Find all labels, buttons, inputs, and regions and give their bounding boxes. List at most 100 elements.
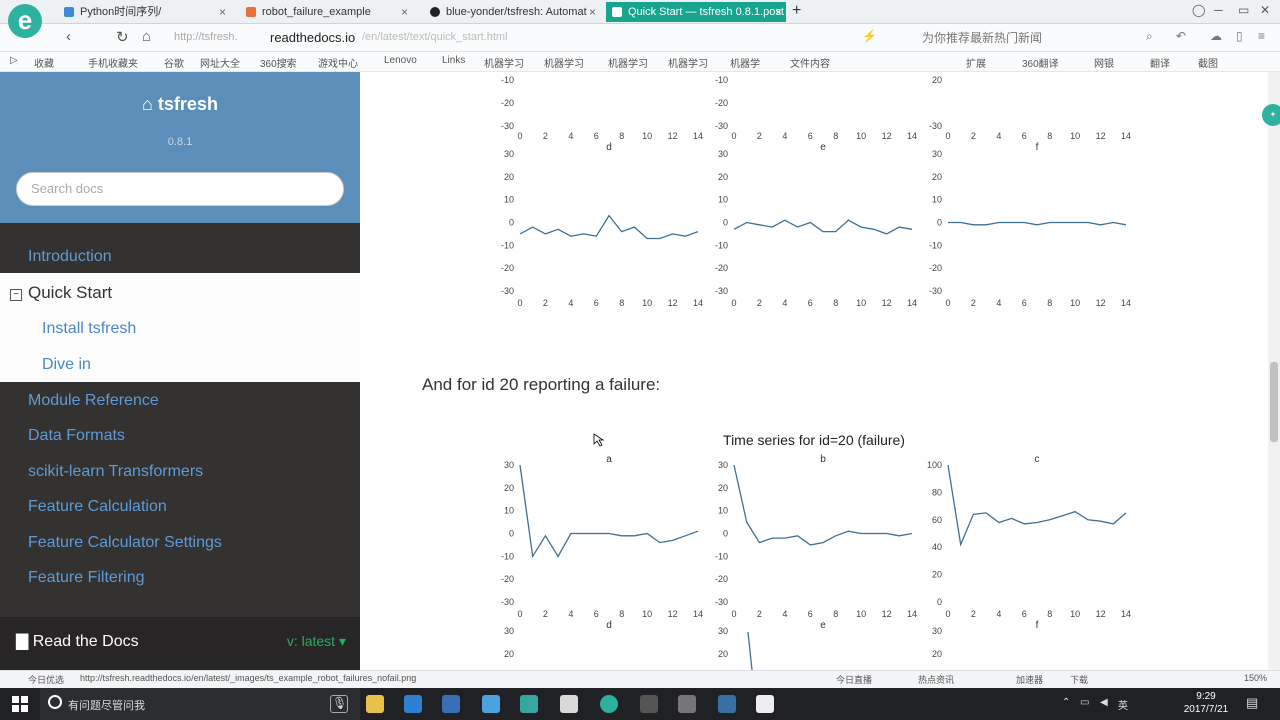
sidebar-subitem-install[interactable]: Install tsfresh <box>42 320 136 338</box>
network-icon[interactable]: ▭ <box>1080 697 1089 708</box>
tab-robot-failure-example[interactable]: robot_failure_example × <box>240 2 412 22</box>
file-explorer-icon[interactable] <box>366 695 384 713</box>
collapse-toggle-icon[interactable]: − <box>10 289 22 301</box>
bookmark-item[interactable]: 手机收藏夹 <box>88 55 138 70</box>
search-docs-input[interactable]: Search docs <box>16 172 344 206</box>
bookmark-item[interactable]: 收藏 <box>34 55 54 70</box>
browser-taskbar-icon[interactable] <box>600 695 618 713</box>
sidebar-item-sklearn-transformers[interactable]: scikit-learn Transformers <box>28 463 203 481</box>
bookmark-item[interactable]: 网银 <box>1094 55 1114 70</box>
rtd-text: Read the Docs <box>32 633 139 650</box>
sidebar-item-feature-calculation[interactable]: Feature Calculation <box>28 498 167 516</box>
notifications-icon[interactable]: ▤ <box>1246 695 1258 711</box>
bookmark-item[interactable]: 360翻译 <box>1022 55 1059 70</box>
bookmark-item[interactable]: 机器学习 <box>484 55 524 70</box>
tab-github-tsfresh[interactable]: blue-yonder/tsfresh: Automat × <box>424 2 600 22</box>
shirt-skin-icon[interactable]: ◯ <box>1192 3 1205 17</box>
bookmark-item[interactable]: 机器学习 <box>608 55 648 70</box>
x-tick-label: 12 <box>668 609 678 619</box>
sidebar-subitem-dive-in[interactable]: Dive in <box>42 356 91 374</box>
bookmark-item[interactable]: Links <box>442 55 465 66</box>
x-tick-label: 10 <box>1070 131 1080 141</box>
status-news[interactable]: 热点资讯 <box>918 673 954 686</box>
x-tick-label: 8 <box>833 131 838 141</box>
scrollbar-thumb[interactable] <box>1270 362 1278 442</box>
maximize-icon[interactable]: ▭ <box>1238 3 1249 17</box>
store-icon[interactable] <box>442 695 460 713</box>
app-icon[interactable] <box>718 695 736 713</box>
project-home-link[interactable]: ⌂ tsfresh <box>0 94 360 115</box>
browser-logo-icon[interactable]: e <box>8 4 42 38</box>
windows-start-icon[interactable] <box>12 696 28 712</box>
sidebar-item-feature-filtering[interactable]: Feature Filtering <box>28 569 145 587</box>
url-input[interactable]: http://tsfresh. readthedocs.io /en/lates… <box>166 28 856 48</box>
version-selector[interactable]: v: latest ▾ <box>287 633 346 650</box>
sidebar-item-module-reference[interactable]: Module Reference <box>28 392 159 410</box>
bookmark-item[interactable]: 谷歌 <box>164 55 184 70</box>
reload-icon[interactable]: ↻ <box>116 28 129 46</box>
close-tab-icon[interactable]: × <box>401 2 408 22</box>
cloud-icon[interactable]: ☁ <box>1210 29 1222 43</box>
bookmark-item[interactable]: 机器学 <box>730 55 760 70</box>
task-view-icon[interactable] <box>330 695 348 713</box>
app-icon[interactable] <box>756 695 774 713</box>
bookmark-item[interactable]: 360搜索 <box>260 55 297 70</box>
back-icon[interactable]: ‹ <box>66 28 71 45</box>
sidebar-item-data-formats[interactable]: Data Formats <box>28 427 125 445</box>
sidebar-item-introduction[interactable]: Introduction <box>28 248 112 266</box>
bookmark-item[interactable]: 翻译 <box>1150 55 1170 70</box>
input-language[interactable]: 英 <box>1118 697 1128 712</box>
status-accelerator[interactable]: 加速器 <box>1016 673 1043 686</box>
tray-up-icon[interactable]: ⌃ <box>1062 697 1070 708</box>
status-picks[interactable]: 今日优选 <box>28 673 64 686</box>
tab-quick-start[interactable]: Quick Start — tsfresh 0.8.1.post × <box>606 2 786 22</box>
bookmark-toggle-icon[interactable]: ▷ <box>10 55 18 66</box>
bookmark-item[interactable]: 截图 <box>1198 55 1218 70</box>
bookmark-item[interactable]: 机器学习 <box>668 55 708 70</box>
app-icon[interactable] <box>520 695 538 713</box>
tab-python-time-series[interactable]: Python时间序列/ × <box>58 2 230 22</box>
menu-icon[interactable]: ≡ <box>1258 29 1265 43</box>
y-tick-label: -10 <box>501 551 514 561</box>
app-icon[interactable] <box>482 695 500 713</box>
floating-assistant-icon[interactable]: ✦ <box>1262 104 1280 126</box>
sidebar-item-quick-start[interactable]: − Quick Start <box>10 283 112 303</box>
undo-icon[interactable]: ↶ <box>1176 29 1186 43</box>
close-window-icon[interactable]: ✕ <box>1260 3 1270 17</box>
sidebar-item-feature-calculator-settings[interactable]: Feature Calculator Settings <box>28 534 222 552</box>
page-scrollbar[interactable] <box>1268 72 1280 670</box>
close-tab-icon[interactable]: × <box>589 2 596 22</box>
news-hint[interactable]: 为你推荐最新热门新闻 <box>922 29 1042 46</box>
bookmark-item[interactable]: 机器学习 <box>544 55 584 70</box>
bookmark-item[interactable]: 游戏中心 <box>318 55 358 70</box>
x-tick-label: 4 <box>568 131 573 141</box>
volume-icon[interactable]: ◀ <box>1100 697 1108 708</box>
phone-icon[interactable]: ▯ <box>1236 29 1243 43</box>
status-download[interactable]: 下载 <box>1070 673 1088 686</box>
home-icon[interactable]: ⌂ <box>142 28 151 45</box>
cortana-search-box[interactable]: 有问题尽管问我 🎙 <box>40 688 360 720</box>
app-icon[interactable] <box>640 695 658 713</box>
read-the-docs-bar[interactable]: ▇ Read the Docs v: latest ▾ <box>0 617 360 670</box>
close-tab-icon[interactable]: × <box>775 2 782 22</box>
app-icon[interactable] <box>678 695 696 713</box>
bookmark-item[interactable]: 扩展 <box>966 55 986 70</box>
edge-icon[interactable] <box>404 695 422 713</box>
close-tab-icon[interactable]: × <box>219 2 226 22</box>
search-icon[interactable]: ⌕ <box>1146 29 1153 44</box>
bookmark-item[interactable]: Lenovo <box>384 55 417 66</box>
minimize-icon[interactable]: ─ <box>1214 3 1223 17</box>
y-tick-label: -20 <box>715 263 728 273</box>
bookmark-item[interactable]: 文件内容 <box>790 55 830 70</box>
bookmark-item[interactable]: 网址大全 <box>200 55 240 70</box>
status-zoom[interactable]: 150% <box>1244 673 1267 683</box>
app-icon[interactable] <box>560 695 578 713</box>
x-tick-label: 2 <box>971 131 976 141</box>
system-clock[interactable]: 9:29 2017/7/21 <box>1178 690 1234 716</box>
x-tick-label: 10 <box>642 131 652 141</box>
new-tab-button[interactable]: + <box>792 2 801 20</box>
x-tick-label: 0 <box>945 609 950 619</box>
x-tick-label: 6 <box>808 298 813 308</box>
accelerate-icon[interactable]: ⚡ <box>862 29 877 43</box>
status-live[interactable]: 今日直播 <box>836 673 872 686</box>
